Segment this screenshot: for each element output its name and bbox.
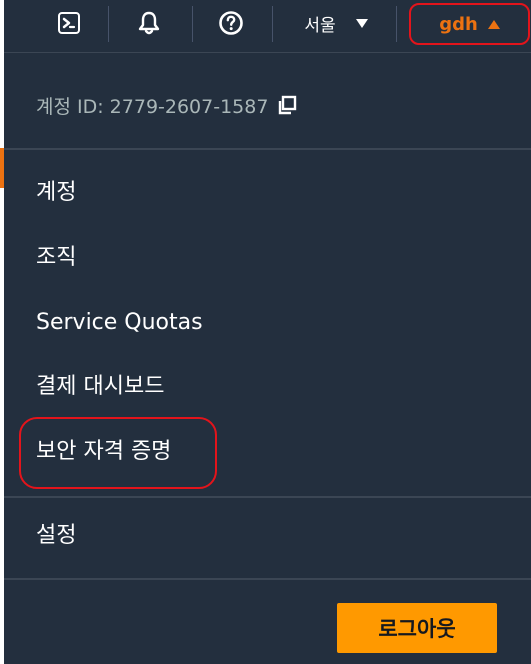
divider	[4, 578, 531, 580]
bell-icon	[138, 11, 160, 35]
topbar-separator	[192, 6, 193, 42]
help-button[interactable]	[212, 0, 250, 46]
divider	[4, 496, 531, 498]
menu-item-billing-dashboard[interactable]: 결제 대시보드	[36, 370, 164, 404]
copy-icon[interactable]	[276, 94, 298, 116]
page-edge-strip	[0, 0, 4, 664]
menu-item-service-quotas[interactable]: Service Quotas	[36, 306, 203, 340]
topbar-separator	[396, 6, 397, 42]
topbar-separator	[272, 6, 273, 42]
menu-item-settings[interactable]: 설정	[36, 519, 76, 553]
account-id-row: 계정 ID: 2779-2607-1587	[36, 90, 298, 120]
cloudshell-icon	[58, 12, 80, 34]
account-menu-button[interactable]: gdh	[409, 3, 530, 45]
menu-item-account[interactable]: 계정	[36, 176, 76, 210]
highlight-annotation	[19, 417, 217, 489]
menu-item-organization[interactable]: 조직	[36, 241, 76, 275]
caret-up-icon	[487, 19, 500, 29]
logout-label: 로그아웃	[378, 617, 456, 641]
region-label: 서울	[304, 15, 336, 36]
region-selector[interactable]: 서울	[294, 0, 378, 46]
notifications-button[interactable]	[130, 0, 168, 46]
page-edge-accent	[0, 148, 4, 188]
logout-button[interactable]: 로그아웃	[337, 603, 497, 653]
cloudshell-button[interactable]	[50, 0, 88, 46]
top-navigation-bar: 서울 gdh	[4, 0, 531, 53]
divider	[4, 148, 531, 150]
help-circle-icon	[219, 11, 243, 35]
topbar-separator	[108, 6, 109, 42]
user-label: gdh	[439, 13, 478, 35]
caret-down-icon	[355, 18, 368, 28]
account-id-text: 계정 ID: 2779-2607-1587	[36, 95, 269, 118]
